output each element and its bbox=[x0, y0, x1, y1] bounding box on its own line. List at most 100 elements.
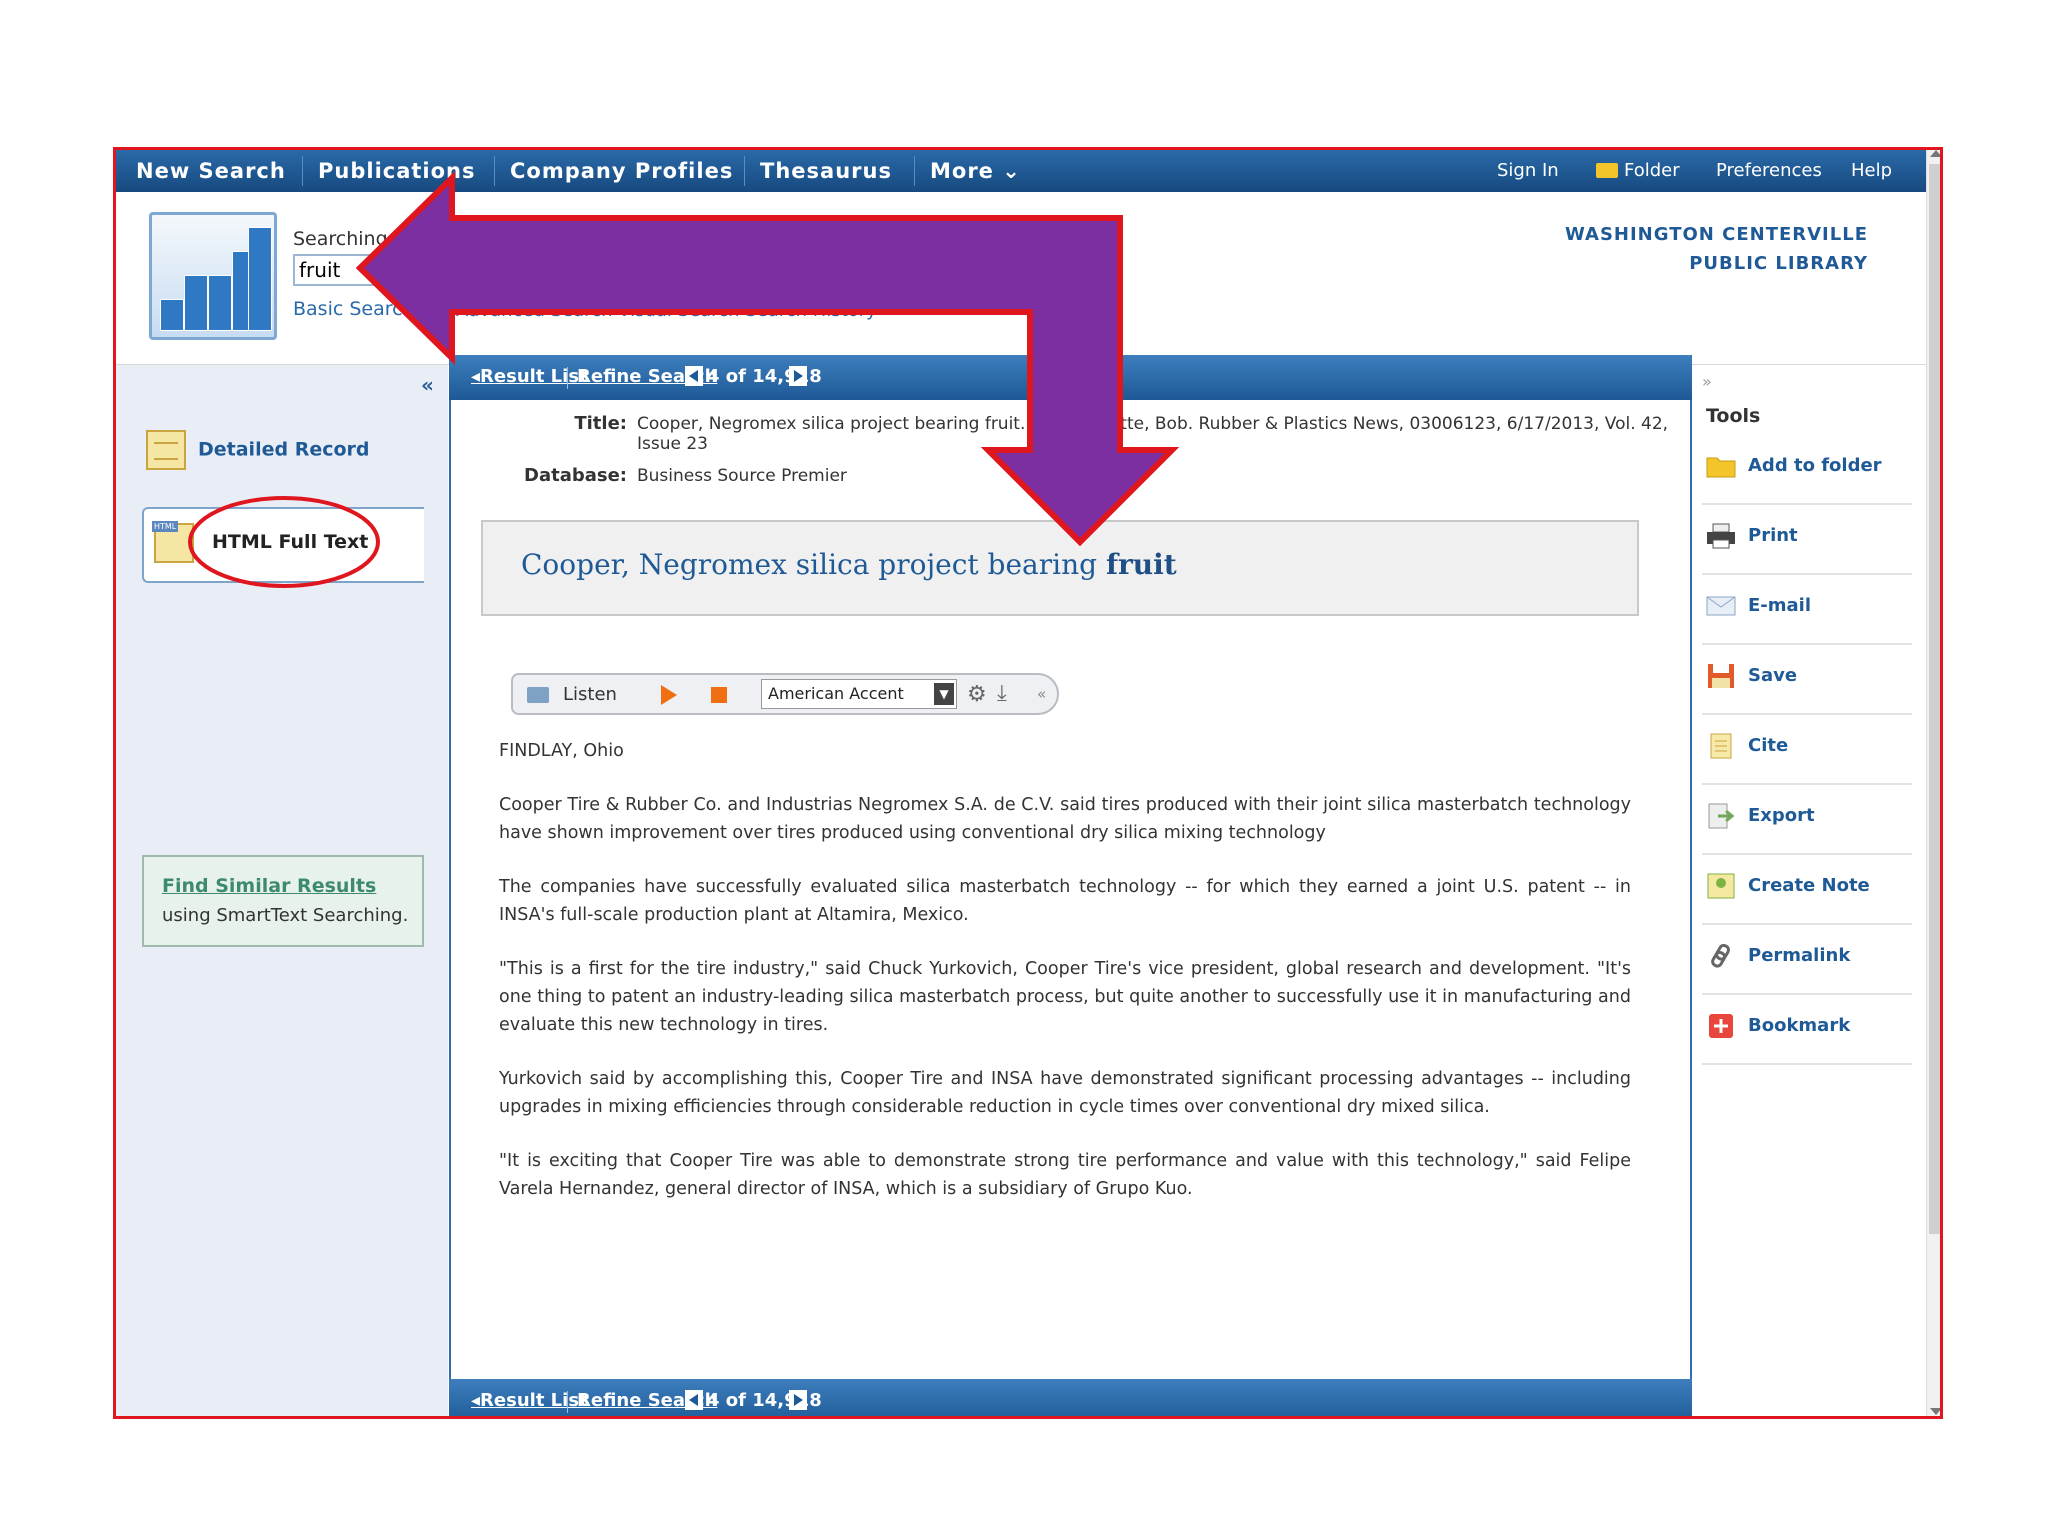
detailed-record-label: Detailed Record bbox=[198, 438, 370, 461]
bookmark-button[interactable]: Bookmark bbox=[1702, 995, 1912, 1065]
title-value: Cooper, Negromex silica project bearing … bbox=[637, 414, 1669, 454]
scroll-up-icon[interactable] bbox=[1930, 150, 1940, 157]
previous-record-icon[interactable] bbox=[685, 366, 703, 386]
expand-right-icon[interactable]: » bbox=[1702, 372, 1712, 391]
create-note-label: Create Note bbox=[1748, 875, 1870, 896]
save-icon bbox=[1708, 664, 1734, 688]
searching-label: Searching: bbox=[293, 228, 395, 250]
permalink-button[interactable]: Permalink bbox=[1702, 925, 1912, 995]
article-heading: Cooper, Negromex silica project bearing … bbox=[521, 548, 1177, 581]
cite-button[interactable]: Cite bbox=[1702, 715, 1912, 785]
email-label: E-mail bbox=[1748, 595, 1812, 616]
bookmark-label: Bookmark bbox=[1748, 1015, 1851, 1036]
listen-toolbar: Listen American Accent ▼ ⚙ ⤓ « bbox=[511, 673, 1059, 715]
nav-company-profiles[interactable]: Company Profiles bbox=[510, 150, 733, 192]
title-label: Title: bbox=[574, 413, 627, 434]
preferences-link[interactable]: Preferences bbox=[1716, 150, 1822, 192]
search-header: Searching: Basic Search Advanced Search … bbox=[116, 192, 1926, 365]
document-icon bbox=[146, 430, 186, 470]
nav-more-menu[interactable]: More ⌄ bbox=[930, 150, 1021, 192]
html-tag: HTML bbox=[152, 521, 179, 532]
next-record-icon[interactable] bbox=[789, 366, 807, 386]
article-heading-text: Cooper, Negromex silica project bearing bbox=[521, 548, 1098, 581]
export-icon bbox=[1708, 803, 1735, 829]
print-label: Print bbox=[1748, 525, 1798, 546]
browser-frame: New Search Publications Company Profiles… bbox=[113, 147, 1943, 1419]
library-name: WASHINGTON CENTERVILLE PUBLIC LIBRARY bbox=[1565, 220, 1868, 278]
export-button[interactable]: Export bbox=[1702, 785, 1912, 855]
save-label: Save bbox=[1748, 665, 1798, 686]
listen-button[interactable]: Listen bbox=[563, 684, 617, 705]
accent-select-value: American Accent bbox=[768, 684, 904, 703]
cite-label: Cite bbox=[1748, 735, 1789, 756]
permalink-label: Permalink bbox=[1748, 945, 1851, 966]
collapse-player-icon[interactable]: « bbox=[1037, 685, 1046, 703]
link-icon bbox=[1711, 943, 1730, 968]
download-icon[interactable]: ⤓ bbox=[997, 681, 1007, 706]
basic-search-link[interactable]: Basic Search bbox=[293, 298, 415, 320]
export-label: Export bbox=[1748, 805, 1815, 826]
bar-separator bbox=[567, 367, 568, 389]
result-list-link[interactable]: ◂Result List bbox=[471, 366, 588, 387]
find-similar-subtext: using SmartText Searching. bbox=[162, 905, 409, 926]
cite-icon bbox=[1710, 733, 1732, 759]
folder-link[interactable]: Folder bbox=[1596, 150, 1680, 192]
bookmark-icon bbox=[1709, 1014, 1733, 1038]
scroll-thumb[interactable] bbox=[1929, 164, 1940, 1234]
speaker-icon bbox=[527, 687, 549, 703]
article-paragraph: The companies have successfully evaluate… bbox=[499, 877, 1631, 925]
article-paragraph: Yurkovich said by accomplishing this, Co… bbox=[499, 1069, 1631, 1117]
article-paragraph: Cooper Tire & Rubber Co. and Industrias … bbox=[499, 795, 1631, 843]
save-button[interactable]: Save bbox=[1702, 645, 1912, 715]
nav-separator bbox=[744, 156, 745, 186]
vertical-scrollbar[interactable] bbox=[1926, 150, 1940, 1416]
library-name-line2: PUBLIC LIBRARY bbox=[1689, 253, 1868, 274]
collapse-left-icon[interactable]: « bbox=[421, 373, 434, 397]
printer-icon bbox=[1707, 523, 1735, 549]
bar-separator bbox=[567, 1391, 568, 1413]
nav-thesaurus[interactable]: Thesaurus bbox=[760, 150, 892, 192]
search-input[interactable] bbox=[293, 254, 393, 286]
find-similar-link[interactable]: Find Similar Results bbox=[162, 875, 376, 897]
help-link[interactable]: Help bbox=[1851, 150, 1892, 192]
add-to-folder-label: Add to folder bbox=[1748, 455, 1882, 476]
article-title-box: Cooper, Negromex silica project bearing … bbox=[481, 520, 1639, 616]
sign-in-link[interactable]: Sign In bbox=[1497, 150, 1559, 192]
nav-separator bbox=[302, 156, 303, 186]
add-to-folder-button[interactable]: Add to folder bbox=[1702, 435, 1912, 505]
result-nav-bar-top: ◂Result List Refine Search 4 of 14,918 bbox=[449, 355, 1692, 400]
result-list-link[interactable]: ◂Result List bbox=[471, 1390, 588, 1411]
folder-icon bbox=[1596, 163, 1618, 178]
ebsco-logo bbox=[149, 212, 277, 340]
detailed-record-link[interactable]: Detailed Record bbox=[146, 430, 370, 478]
scroll-down-icon[interactable] bbox=[1930, 1408, 1940, 1415]
create-note-button[interactable]: Create Note bbox=[1702, 855, 1912, 925]
article-paragraph: "It is exciting that Cooper Tire was abl… bbox=[499, 1151, 1631, 1199]
record-panel: ◂Result List Refine Search 4 of 14,918 T… bbox=[449, 355, 1692, 1416]
accent-select[interactable]: American Accent ▼ bbox=[761, 679, 957, 709]
nav-separator bbox=[494, 156, 495, 186]
result-nav-bar-bottom: ◂Result List Refine Search 4 of 14,918 bbox=[449, 1379, 1692, 1416]
nav-new-search[interactable]: New Search bbox=[136, 150, 286, 192]
search-term-highlight: fruit bbox=[1105, 548, 1177, 581]
play-icon[interactable] bbox=[661, 685, 677, 705]
folder-link-label: Folder bbox=[1624, 160, 1680, 181]
article-body: FINDLAY, Ohio Cooper Tire & Rubber Co. a… bbox=[499, 737, 1631, 1229]
library-name-line1: WASHINGTON CENTERVILLE bbox=[1564, 224, 1868, 245]
previous-record-icon[interactable] bbox=[685, 1390, 703, 1410]
gear-icon[interactable]: ⚙ bbox=[967, 682, 987, 707]
database-value: Business Source Premier bbox=[637, 466, 847, 486]
search-options-links[interactable]: Advanced Search Visual Search Search His… bbox=[456, 300, 877, 321]
html-full-text-tab[interactable]: HTML HTML Full Text bbox=[142, 507, 424, 583]
top-nav: New Search Publications Company Profiles… bbox=[116, 150, 1926, 192]
nav-separator bbox=[914, 156, 915, 186]
next-record-icon[interactable] bbox=[789, 1390, 807, 1410]
article-dateline: FINDLAY, Ohio bbox=[499, 741, 624, 761]
tools-heading: Tools bbox=[1706, 405, 1761, 427]
email-button[interactable]: E-mail bbox=[1702, 575, 1912, 645]
article-paragraph: "This is a first for the tire industry,"… bbox=[499, 959, 1631, 1035]
print-button[interactable]: Print bbox=[1702, 505, 1912, 575]
stop-icon[interactable] bbox=[711, 687, 727, 703]
chevron-down-icon: ▼ bbox=[934, 683, 954, 705]
nav-publications[interactable]: Publications bbox=[318, 150, 476, 192]
